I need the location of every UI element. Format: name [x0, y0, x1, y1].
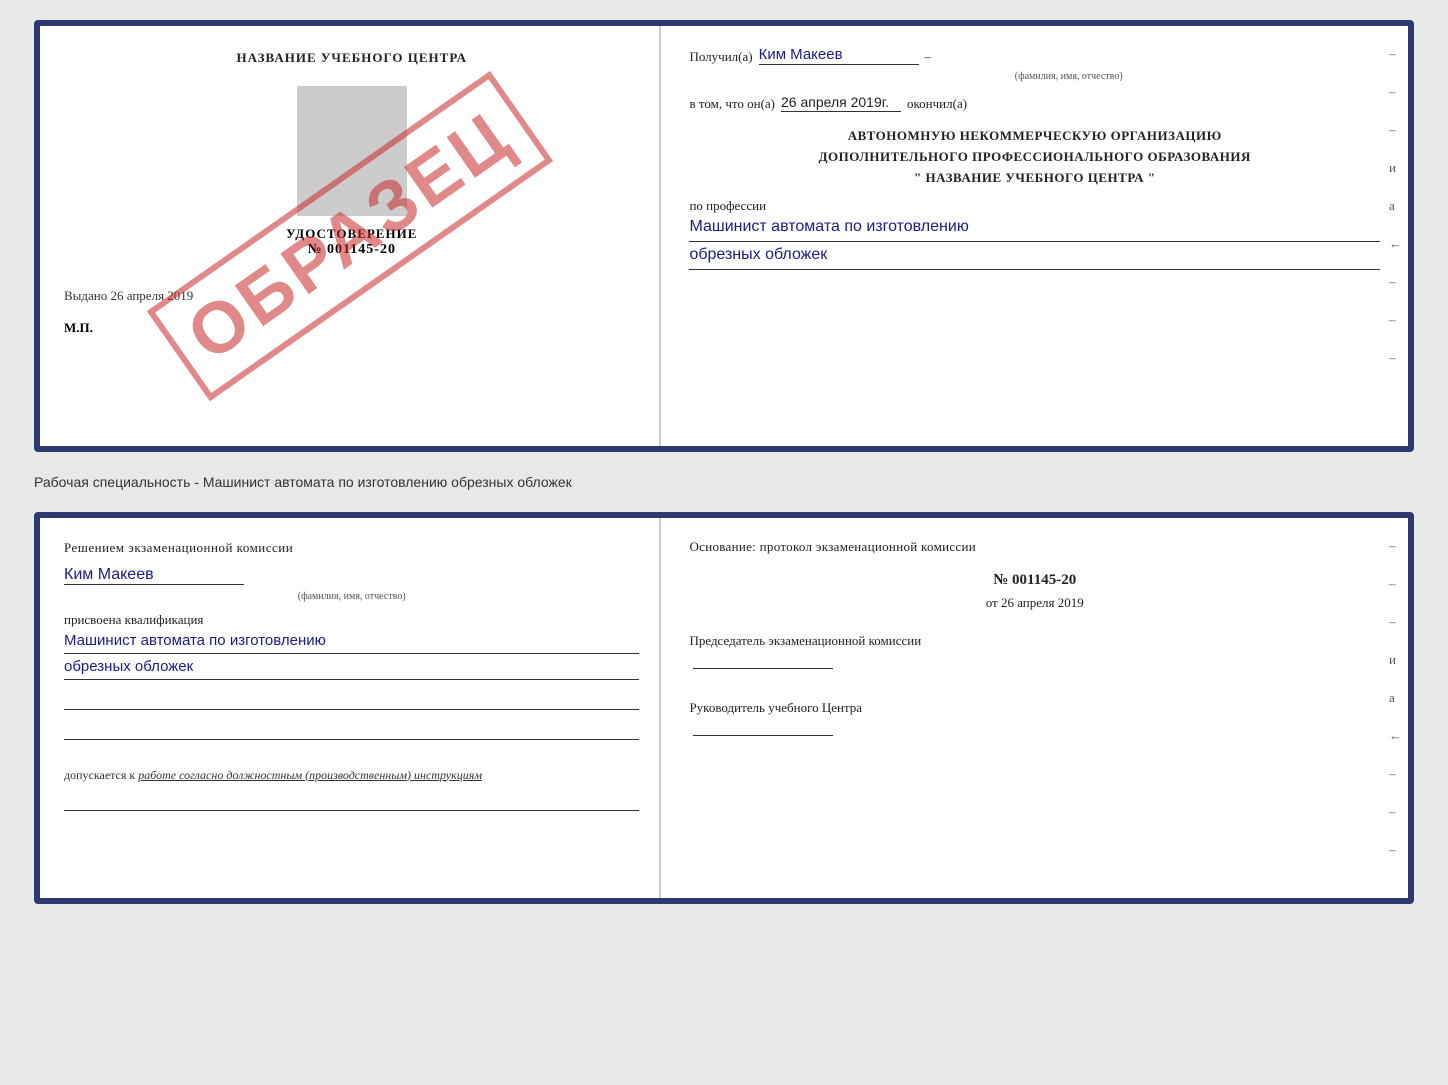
ot-prefix: от [986, 595, 998, 610]
po-professii-label: по профессии [689, 198, 1380, 214]
org-name-quoted: " НАЗВАНИЕ УЧЕБНОГО ЦЕНТРА " [689, 168, 1380, 189]
doc1-school-title: НАЗВАНИЕ УЧЕБНОГО ЦЕНТРА [64, 50, 639, 66]
pred-komissia-signature-line [693, 651, 833, 669]
vtom-row: в том, что он(а) 26 апреля 2019г. окончи… [689, 94, 1380, 112]
udostoverenie-block: УДОСТОВЕРЕНИЕ № 001145-20 [64, 226, 639, 258]
profession-line2: обрезных обложек [689, 246, 1380, 270]
prisvoena-label: присвоена квалификация [64, 612, 639, 628]
fio-value: Ким Макеев [759, 46, 919, 65]
poluchil-row: Получил(а) Ким Макеев – [689, 46, 1380, 65]
side-dashes: – – – и а ← – – – [1389, 46, 1402, 366]
dopuskaetsya-block: допускается к работе согласно должностны… [64, 768, 639, 783]
doc2-fio-value: Ким Макеев [64, 566, 244, 585]
photo-placeholder [297, 86, 407, 216]
dopusk-value: работе согласно должностным (производств… [138, 768, 482, 782]
udostoverenie-number: № 001145-20 [64, 242, 639, 258]
doc2-right: Основание: протокол экзаменационной коми… [661, 518, 1408, 898]
protokol-number: 001145-20 [1012, 572, 1076, 588]
osnov-title: Основание: протокол экзаменационной коми… [689, 538, 1380, 556]
org-block: АВТОНОМНУЮ НЕКОММЕРЧЕСКУЮ ОРГАНИЗАЦИЮ ДО… [689, 126, 1380, 188]
vydano-line: Выдано 26 апреля 2019 [64, 288, 639, 304]
poluchil-label: Получил(а) [689, 49, 752, 65]
document-1: НАЗВАНИЕ УЧЕБНОГО ЦЕНТРА УДОСТОВЕРЕНИЕ №… [34, 20, 1414, 452]
pred-komissia-label: Председатель экзаменационной комиссии [689, 631, 1380, 651]
protokol-date: 26 апреля 2019 [1001, 595, 1084, 610]
protokol-prefix: № [993, 572, 1008, 588]
document-2: Решением экзаменационной комиссии Ким Ма… [34, 512, 1414, 904]
blank-line-3 [64, 791, 639, 811]
doc2-fio-sublabel: (фамилия, имя, отчество) [64, 591, 639, 602]
vtom-label: в том, что он(а) [689, 96, 775, 112]
ruk-block: Руководитель учебного Центра [689, 698, 1380, 741]
okonchil-label: окончил(а) [907, 96, 967, 112]
ruk-label: Руководитель учебного Центра [689, 698, 1380, 718]
dopusk-label: допускается к [64, 768, 135, 782]
org-line1: АВТОНОМНУЮ НЕКОММЕРЧЕСКУЮ ОРГАНИЗАЦИЮ [689, 126, 1380, 147]
udostoverenie-label: УДОСТОВЕРЕНИЕ [64, 226, 639, 242]
org-line2: ДОПОЛНИТЕЛЬНОГО ПРОФЕССИОНАЛЬНОГО ОБРАЗО… [689, 147, 1380, 168]
kvalif-line2: обрезных обложек [64, 658, 639, 680]
vtom-date: 26 апреля 2019г. [781, 94, 901, 112]
profession-line1: Машинист автомата по изготовлению [689, 218, 1380, 242]
fio-sublabel: (фамилия, имя, отчество) [757, 71, 1380, 82]
doc2-side-dashes: – – – и а ← – – – [1389, 538, 1402, 858]
doc1-left: НАЗВАНИЕ УЧЕБНОГО ЦЕНТРА УДОСТОВЕРЕНИЕ №… [40, 26, 661, 446]
komissia-title: Решением экзаменационной комиссии [64, 538, 639, 558]
vydano-label: Выдано [64, 288, 107, 303]
blank-line-1 [64, 690, 639, 710]
mp-label: М.П. [64, 320, 639, 336]
ruk-signature-line [693, 718, 833, 736]
blank-line-2 [64, 720, 639, 740]
vydano-date: 26 апреля 2019 [111, 288, 194, 303]
separator-text: Рабочая специальность - Машинист автомат… [34, 470, 1414, 494]
protokol-num: № 001145-20 [689, 572, 1380, 589]
pred-komissia-block: Председатель экзаменационной комиссии [689, 631, 1380, 674]
kvalif-line1: Машинист автомата по изготовлению [64, 632, 639, 654]
doc1-right: Получил(а) Ким Макеев – (фамилия, имя, о… [661, 26, 1408, 446]
doc2-left: Решением экзаменационной комиссии Ким Ма… [40, 518, 661, 898]
dash-right: – [925, 49, 932, 65]
protokol-date-line: от 26 апреля 2019 [689, 595, 1380, 611]
